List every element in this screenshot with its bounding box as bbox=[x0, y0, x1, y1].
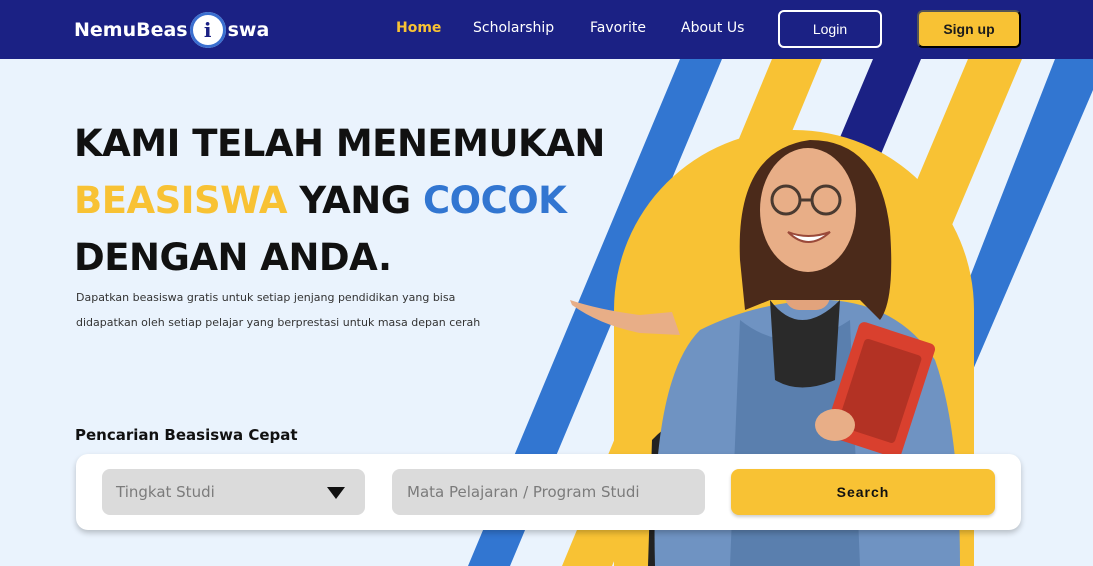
info-icon: i bbox=[189, 12, 226, 48]
signup-button[interactable]: Sign up bbox=[917, 10, 1021, 48]
headline-word-yang: YANG bbox=[286, 179, 423, 222]
nav-scholarship[interactable]: Scholarship bbox=[473, 20, 554, 36]
brand-logo[interactable]: NemuBeas i swa bbox=[74, 12, 270, 48]
nav-favorite[interactable]: Favorite bbox=[590, 20, 646, 36]
navbar: NemuBeas i swa Home Scholarship Favorite… bbox=[0, 0, 1093, 59]
headline-highlight-cocok: COCOK bbox=[422, 179, 567, 222]
study-level-value: Tingkat Studi bbox=[116, 483, 215, 501]
hero-subtext-line2: didapatkan oleh setiap pelajar yang berp… bbox=[76, 316, 481, 329]
quick-search-card: Tingkat Studi Search bbox=[76, 454, 1021, 530]
nav-home[interactable]: Home bbox=[396, 20, 441, 36]
login-button[interactable]: Login bbox=[778, 10, 882, 48]
quick-search-title: Pencarian Beasiswa Cepat bbox=[75, 426, 298, 444]
brand-prefix: NemuBeas bbox=[74, 19, 188, 41]
search-button[interactable]: Search bbox=[731, 469, 995, 515]
subject-search-input[interactable] bbox=[392, 469, 705, 515]
hero-headline-line3: DENGAN ANDA. bbox=[74, 236, 392, 279]
dropdown-arrow-icon bbox=[327, 487, 345, 499]
hero-headline-line1: KAMI TELAH MENEMUKAN bbox=[74, 122, 605, 165]
brand-suffix: swa bbox=[227, 19, 270, 41]
hero-subtext-line1: Dapatkan beasiswa gratis untuk setiap je… bbox=[76, 291, 456, 304]
nav-about-us[interactable]: About Us bbox=[681, 20, 744, 36]
headline-highlight-beasiswa: BEASISWA bbox=[74, 179, 287, 222]
study-level-select[interactable]: Tingkat Studi bbox=[102, 469, 365, 515]
hero-headline-line2: BEASISWA YANG COCOK bbox=[74, 179, 567, 222]
